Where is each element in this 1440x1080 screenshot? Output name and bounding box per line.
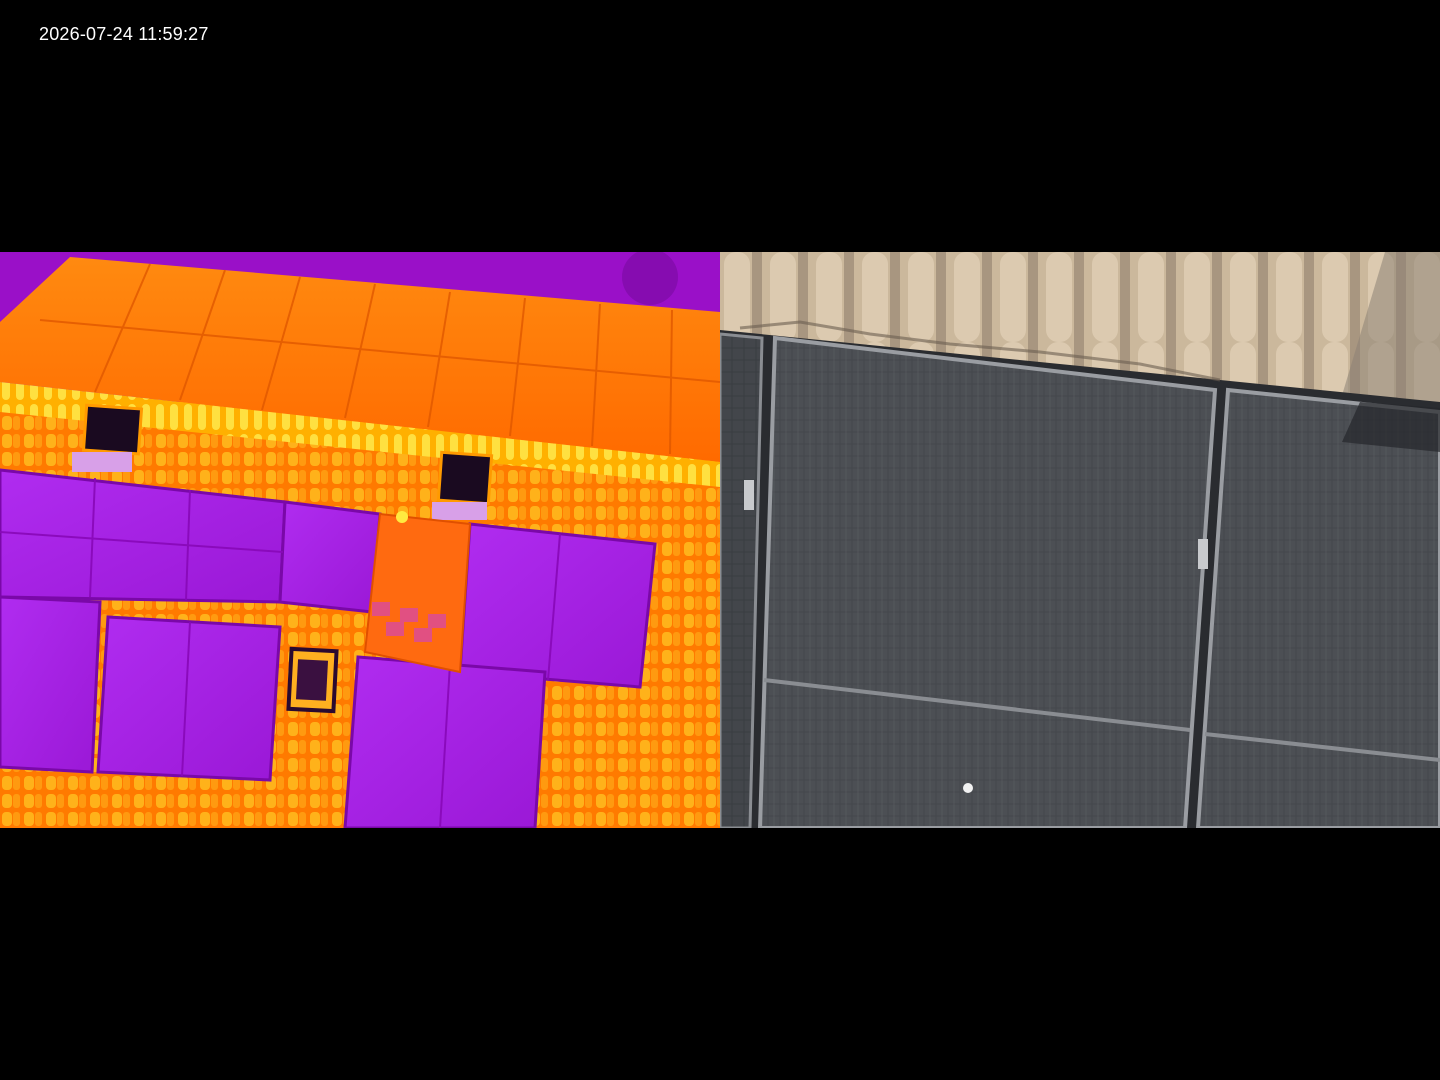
camera-feeds: [0, 252, 1440, 828]
thermal-image: [0, 252, 720, 828]
rgb-feed[interactable]: [720, 252, 1440, 828]
timestamp-overlay: 2026-07-24 11:59:27: [39, 24, 209, 44]
rgb-image: [720, 252, 1440, 828]
thermal-feed[interactable]: [0, 252, 720, 828]
drone-dual-camera-view: 2026-07-24 11:59:27: [0, 0, 1440, 1080]
